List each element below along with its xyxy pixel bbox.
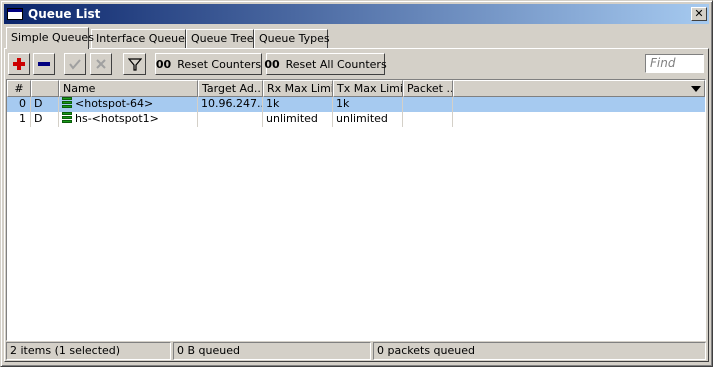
check-icon xyxy=(69,59,81,70)
row-rx-max-limit: 1k xyxy=(263,97,333,112)
filter-button[interactable] xyxy=(123,53,146,75)
disable-button[interactable] xyxy=(90,53,112,75)
tab-queue-types[interactable]: Queue Types xyxy=(254,29,330,48)
column-header-name[interactable]: Name xyxy=(59,80,198,97)
column-header-flags[interactable] xyxy=(31,80,59,97)
enable-button[interactable] xyxy=(64,53,86,75)
queue-table: # Name Target Ad... Rx Max Limit Tx Max … xyxy=(6,79,706,341)
plus-icon xyxy=(13,58,25,70)
status-item-count: 2 items (1 selected) xyxy=(6,342,171,360)
remove-button[interactable] xyxy=(33,53,55,75)
reset-counters-label: Reset Counters xyxy=(177,57,262,71)
reset-counters-button[interactable]: 00 Reset Counters xyxy=(155,53,262,75)
row-flag: D xyxy=(31,112,59,127)
row-rx-max-limit: unlimited xyxy=(263,112,333,127)
status-packets-queued: 0 packets queued xyxy=(373,342,706,360)
find-input[interactable]: Find xyxy=(645,54,704,73)
reset-all-counters-label: Reset All Counters xyxy=(285,57,387,71)
tab-queue-tree[interactable]: Queue Tree xyxy=(186,29,254,48)
window-icon xyxy=(7,8,23,20)
column-header-packet-marks[interactable]: Packet ... xyxy=(403,80,453,97)
column-header-number[interactable]: # xyxy=(7,80,31,97)
window-title: Queue List xyxy=(28,7,101,21)
column-chooser-dropdown-icon[interactable] xyxy=(688,81,703,96)
row-target: 10.96.247.... xyxy=(198,97,263,112)
reset-counters-icon: 00 xyxy=(155,57,172,71)
add-button[interactable] xyxy=(8,53,30,75)
x-icon xyxy=(96,59,106,69)
reset-all-counters-icon: 00 xyxy=(264,57,280,71)
column-header-filler xyxy=(453,80,705,97)
row-name: hs-<hotspot1> xyxy=(75,112,159,125)
row-tx-max-limit: unlimited xyxy=(333,112,403,127)
row-packet-marks xyxy=(403,97,453,112)
close-button[interactable]: ✕ xyxy=(691,7,707,21)
row-name: <hotspot-64> xyxy=(75,97,154,110)
queue-icon xyxy=(62,97,72,108)
column-header-rx-max-limit[interactable]: Rx Max Limit xyxy=(263,80,333,97)
column-header-tx-max-limit[interactable]: Tx Max Limit xyxy=(333,80,403,97)
table-header: # Name Target Ad... Rx Max Limit Tx Max … xyxy=(7,80,705,97)
row-number: 1 xyxy=(7,112,31,127)
row-name-cell: <hotspot-64> xyxy=(59,97,198,112)
row-tx-max-limit: 1k xyxy=(333,97,403,112)
status-bytes-queued: 0 B queued xyxy=(173,342,371,360)
queue-icon xyxy=(62,112,72,123)
title-bar[interactable]: Queue List ✕ xyxy=(4,4,709,24)
filter-icon xyxy=(127,58,142,71)
table-row[interactable]: 0 D <hotspot-64> 10.96.247.... 1k 1k xyxy=(7,97,705,112)
tab-simple-queues[interactable]: Simple Queues xyxy=(6,27,94,49)
row-target xyxy=(198,112,263,127)
reset-all-counters-button[interactable]: 00 Reset All Counters xyxy=(264,53,387,75)
minus-icon xyxy=(38,62,50,66)
row-packet-marks xyxy=(403,112,453,127)
row-number: 0 xyxy=(7,97,31,112)
row-name-cell: hs-<hotspot1> xyxy=(59,112,198,127)
row-flag: D xyxy=(31,97,59,112)
tab-interface-queues[interactable]: Interface Queues xyxy=(91,29,191,48)
table-row[interactable]: 1 D hs-<hotspot1> unlimited unlimited xyxy=(7,112,705,127)
column-header-target-address[interactable]: Target Ad... xyxy=(198,80,263,97)
